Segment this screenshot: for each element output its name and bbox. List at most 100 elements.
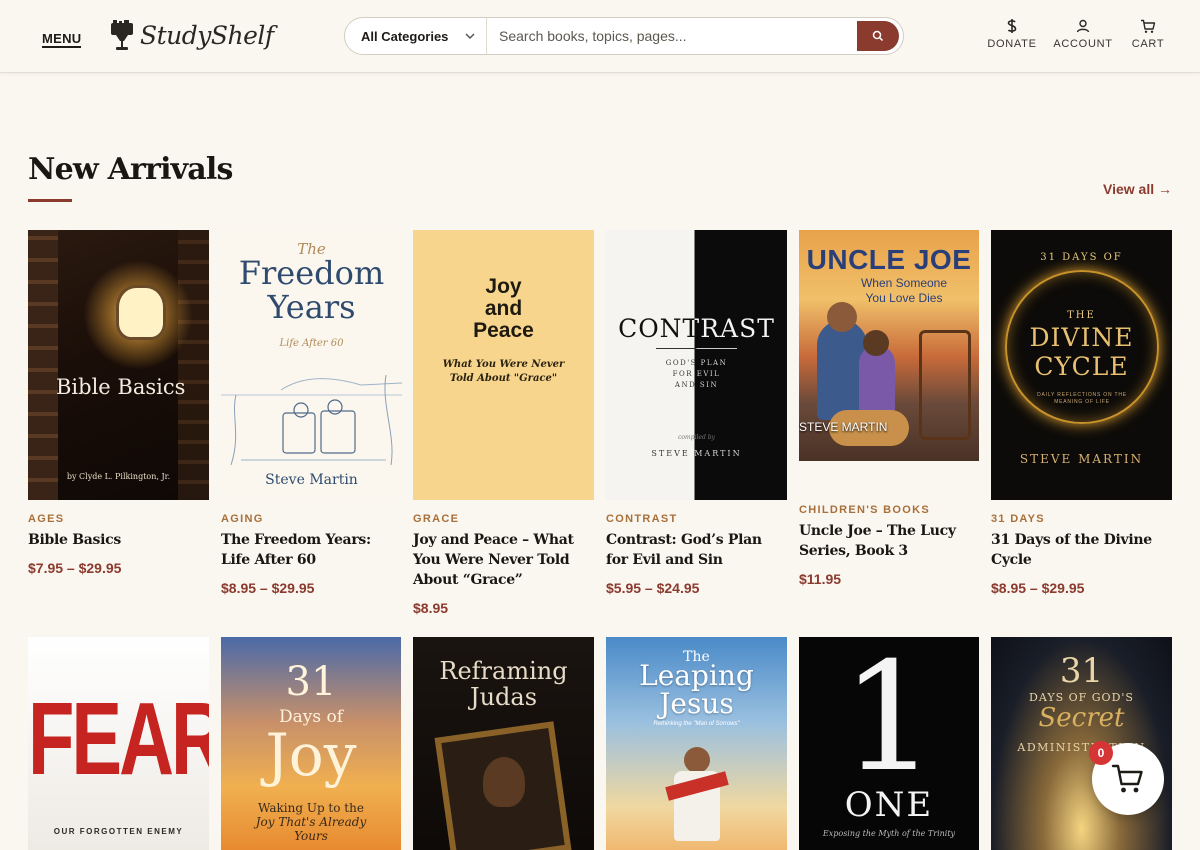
search-button[interactable] — [857, 21, 899, 51]
product-category[interactable]: AGES — [28, 513, 209, 525]
book-cover[interactable]: The Freedom Years Life After 60 Steve Ma… — [221, 230, 402, 500]
product-price: $11.95 — [799, 571, 842, 587]
cover-title-2: and — [484, 297, 523, 320]
product-card[interactable]: 31 DAYS OF THE DIVINE CYCLE DAILY REFLEC… — [991, 230, 1172, 596]
cover-subtitle: Life After 60 — [279, 338, 344, 349]
cover-title-3: Peace — [473, 319, 534, 342]
cover-author: STEVE MARTIN — [606, 449, 787, 458]
search-bar: All Categories — [344, 17, 904, 55]
product-title[interactable]: The Freedom Years: Life After 60 — [221, 530, 402, 570]
cover-the: THE — [1067, 310, 1096, 321]
cover-subtitle: Exposing the Myth of the Trinity — [822, 829, 956, 838]
cover-illustration — [221, 374, 402, 466]
book-cover[interactable]: Joy and Peace What You Were Never Told A… — [413, 230, 594, 500]
donate-label: DONATE — [987, 38, 1037, 50]
cover-title-2: CYCLE — [1034, 352, 1129, 381]
book-cover[interactable]: CONTRAST GOD'S PLAN FOR EVIL AND SIN com… — [606, 230, 787, 500]
cover-title-1: DIVINE — [1029, 323, 1134, 352]
product-title[interactable]: Uncle Joe – The Lucy Series, Book 3 — [799, 521, 980, 561]
cover-title-2: Jesus — [659, 687, 734, 720]
book-cover[interactable]: UNCLE JOE When Someone You Love Dies STE… — [799, 230, 979, 461]
cart-icon — [1141, 19, 1156, 33]
cover-subtitle-2: You Love Dies — [865, 291, 943, 305]
cover-subtitle-3: AND SIN — [674, 381, 719, 389]
product-title[interactable]: Contrast: God’s Plan for Evil and Sin — [606, 530, 787, 570]
cart-label: CART — [1131, 38, 1165, 50]
site-header: MENU StudyShelf All Categories Search bo… — [0, 0, 1200, 73]
product-card[interactable]: The Freedom Years Life After 60 Steve Ma… — [221, 230, 402, 596]
product-category[interactable]: 31 DAYS — [991, 513, 1172, 525]
floating-cart-button[interactable]: 0 — [1089, 741, 1164, 815]
cover-title-2: Judas — [469, 683, 538, 711]
cover-title-1: Freedom — [238, 254, 385, 292]
book-cover[interactable]: Bible Basics by Clyde L. Pilkington, Jr. — [28, 230, 209, 500]
category-select[interactable]: All Categories — [345, 18, 487, 54]
cart-icon — [1111, 764, 1143, 793]
cover-subtitle-1: GOD'S PLAN — [665, 359, 728, 367]
product-card[interactable]: Joy and Peace What You Were Never Told A… — [413, 230, 594, 616]
cover-title: FEAR — [28, 682, 209, 798]
search-icon — [872, 30, 884, 42]
product-price: $5.95 – $24.95 — [606, 580, 700, 596]
cover-author: by Clyde L. Pilkington, Jr. — [66, 472, 171, 481]
book-cover[interactable]: 31 DAYS OF GOD'S Secret ADMINISTRATION — [991, 637, 1172, 850]
cover-title: CONTRAST — [606, 314, 787, 343]
account-link[interactable]: ACCOUNT — [1053, 17, 1113, 50]
cover-title-2: Years — [267, 288, 356, 326]
cover-subtitle-1: Waking Up to the — [258, 801, 364, 815]
account-label: ACCOUNT — [1053, 38, 1113, 50]
cover-subtitle: OUR FORGOTTEN ENEMY — [53, 827, 184, 836]
menu-button[interactable]: MENU — [42, 32, 82, 48]
product-price: $8.95 — [413, 600, 449, 616]
product-price: $8.95 – $29.95 — [221, 580, 315, 596]
book-cover[interactable]: FEAR OUR FORGOTTEN ENEMY — [28, 637, 209, 850]
book-cover[interactable]: Reframing Judas — [413, 637, 594, 850]
cover-title-1: 1 — [841, 637, 937, 805]
site-logo[interactable]: StudyShelf — [108, 18, 274, 52]
product-category[interactable]: GRACE — [413, 513, 594, 525]
rocking-chair — [919, 330, 971, 440]
product-category[interactable]: CONTRAST — [606, 513, 787, 525]
product-category[interactable]: CHILDREN'S BOOKS — [799, 504, 980, 516]
search-input[interactable] — [487, 18, 857, 54]
product-card[interactable]: Bible Basics by Clyde L. Pilkington, Jr.… — [28, 230, 209, 576]
cover-subtitle-1: When Someone — [860, 276, 948, 290]
cover-subtitle-3: Yours — [294, 829, 328, 843]
book-cover[interactable]: 1 ONE Exposing the Myth of the Trinity — [799, 637, 979, 850]
cover-title-2: ONE — [844, 785, 934, 825]
cover-author: Steve Martin — [265, 472, 358, 488]
cover-title-1: Joy — [485, 275, 522, 298]
book-cover[interactable]: 31 Days of Joy Waking Up to the Joy That… — [221, 637, 401, 850]
product-card[interactable]: UNCLE JOE When Someone You Love Dies STE… — [799, 230, 980, 587]
chevron-down-icon — [465, 33, 475, 40]
cover-title-1: 31 — [1059, 651, 1104, 691]
user-icon — [1076, 19, 1090, 33]
cover-title-3: Secret — [1038, 703, 1125, 733]
book-cover[interactable]: The Leaping Jesus Rethinking the "Man of… — [606, 637, 787, 850]
cover-subtitle: Rethinking the "Man of Sorrows" — [653, 721, 740, 727]
cover-subtitle-2: FOR EVIL — [672, 370, 721, 378]
logo-lamp-icon — [111, 20, 133, 50]
cover-compiled: compiled by — [678, 434, 715, 441]
bookshelf-decor — [28, 230, 58, 500]
product-price: $8.95 – $29.95 — [991, 580, 1085, 596]
lamp-icon — [116, 285, 166, 340]
cover-title-3: Joy — [265, 721, 357, 789]
cover-title: UNCLE JOE — [806, 244, 972, 275]
product-price: $7.95 – $29.95 — [28, 560, 122, 576]
view-all-link[interactable]: View all → — [1103, 181, 1172, 197]
cover-title-1: Reframing — [439, 657, 568, 685]
product-title[interactable]: 31 Days of the Divine Cycle — [991, 530, 1172, 570]
book-cover[interactable]: 31 DAYS OF THE DIVINE CYCLE DAILY REFLEC… — [991, 230, 1172, 500]
product-title[interactable]: Joy and Peace – What You Were Never Told… — [413, 530, 594, 590]
product-title[interactable]: Bible Basics — [28, 530, 209, 550]
cover-subtitle-2: Joy That's Already — [255, 815, 367, 829]
logo-text: StudyShelf — [140, 20, 274, 50]
product-category[interactable]: AGING — [221, 513, 402, 525]
cart-link[interactable]: CART — [1131, 17, 1165, 50]
dollar-icon — [1007, 19, 1017, 33]
donate-link[interactable]: DONATE — [987, 17, 1037, 50]
product-card[interactable]: CONTRAST GOD'S PLAN FOR EVIL AND SIN com… — [606, 230, 787, 596]
cover-title: Bible Basics — [56, 375, 186, 399]
cart-count-badge: 0 — [1089, 741, 1113, 765]
